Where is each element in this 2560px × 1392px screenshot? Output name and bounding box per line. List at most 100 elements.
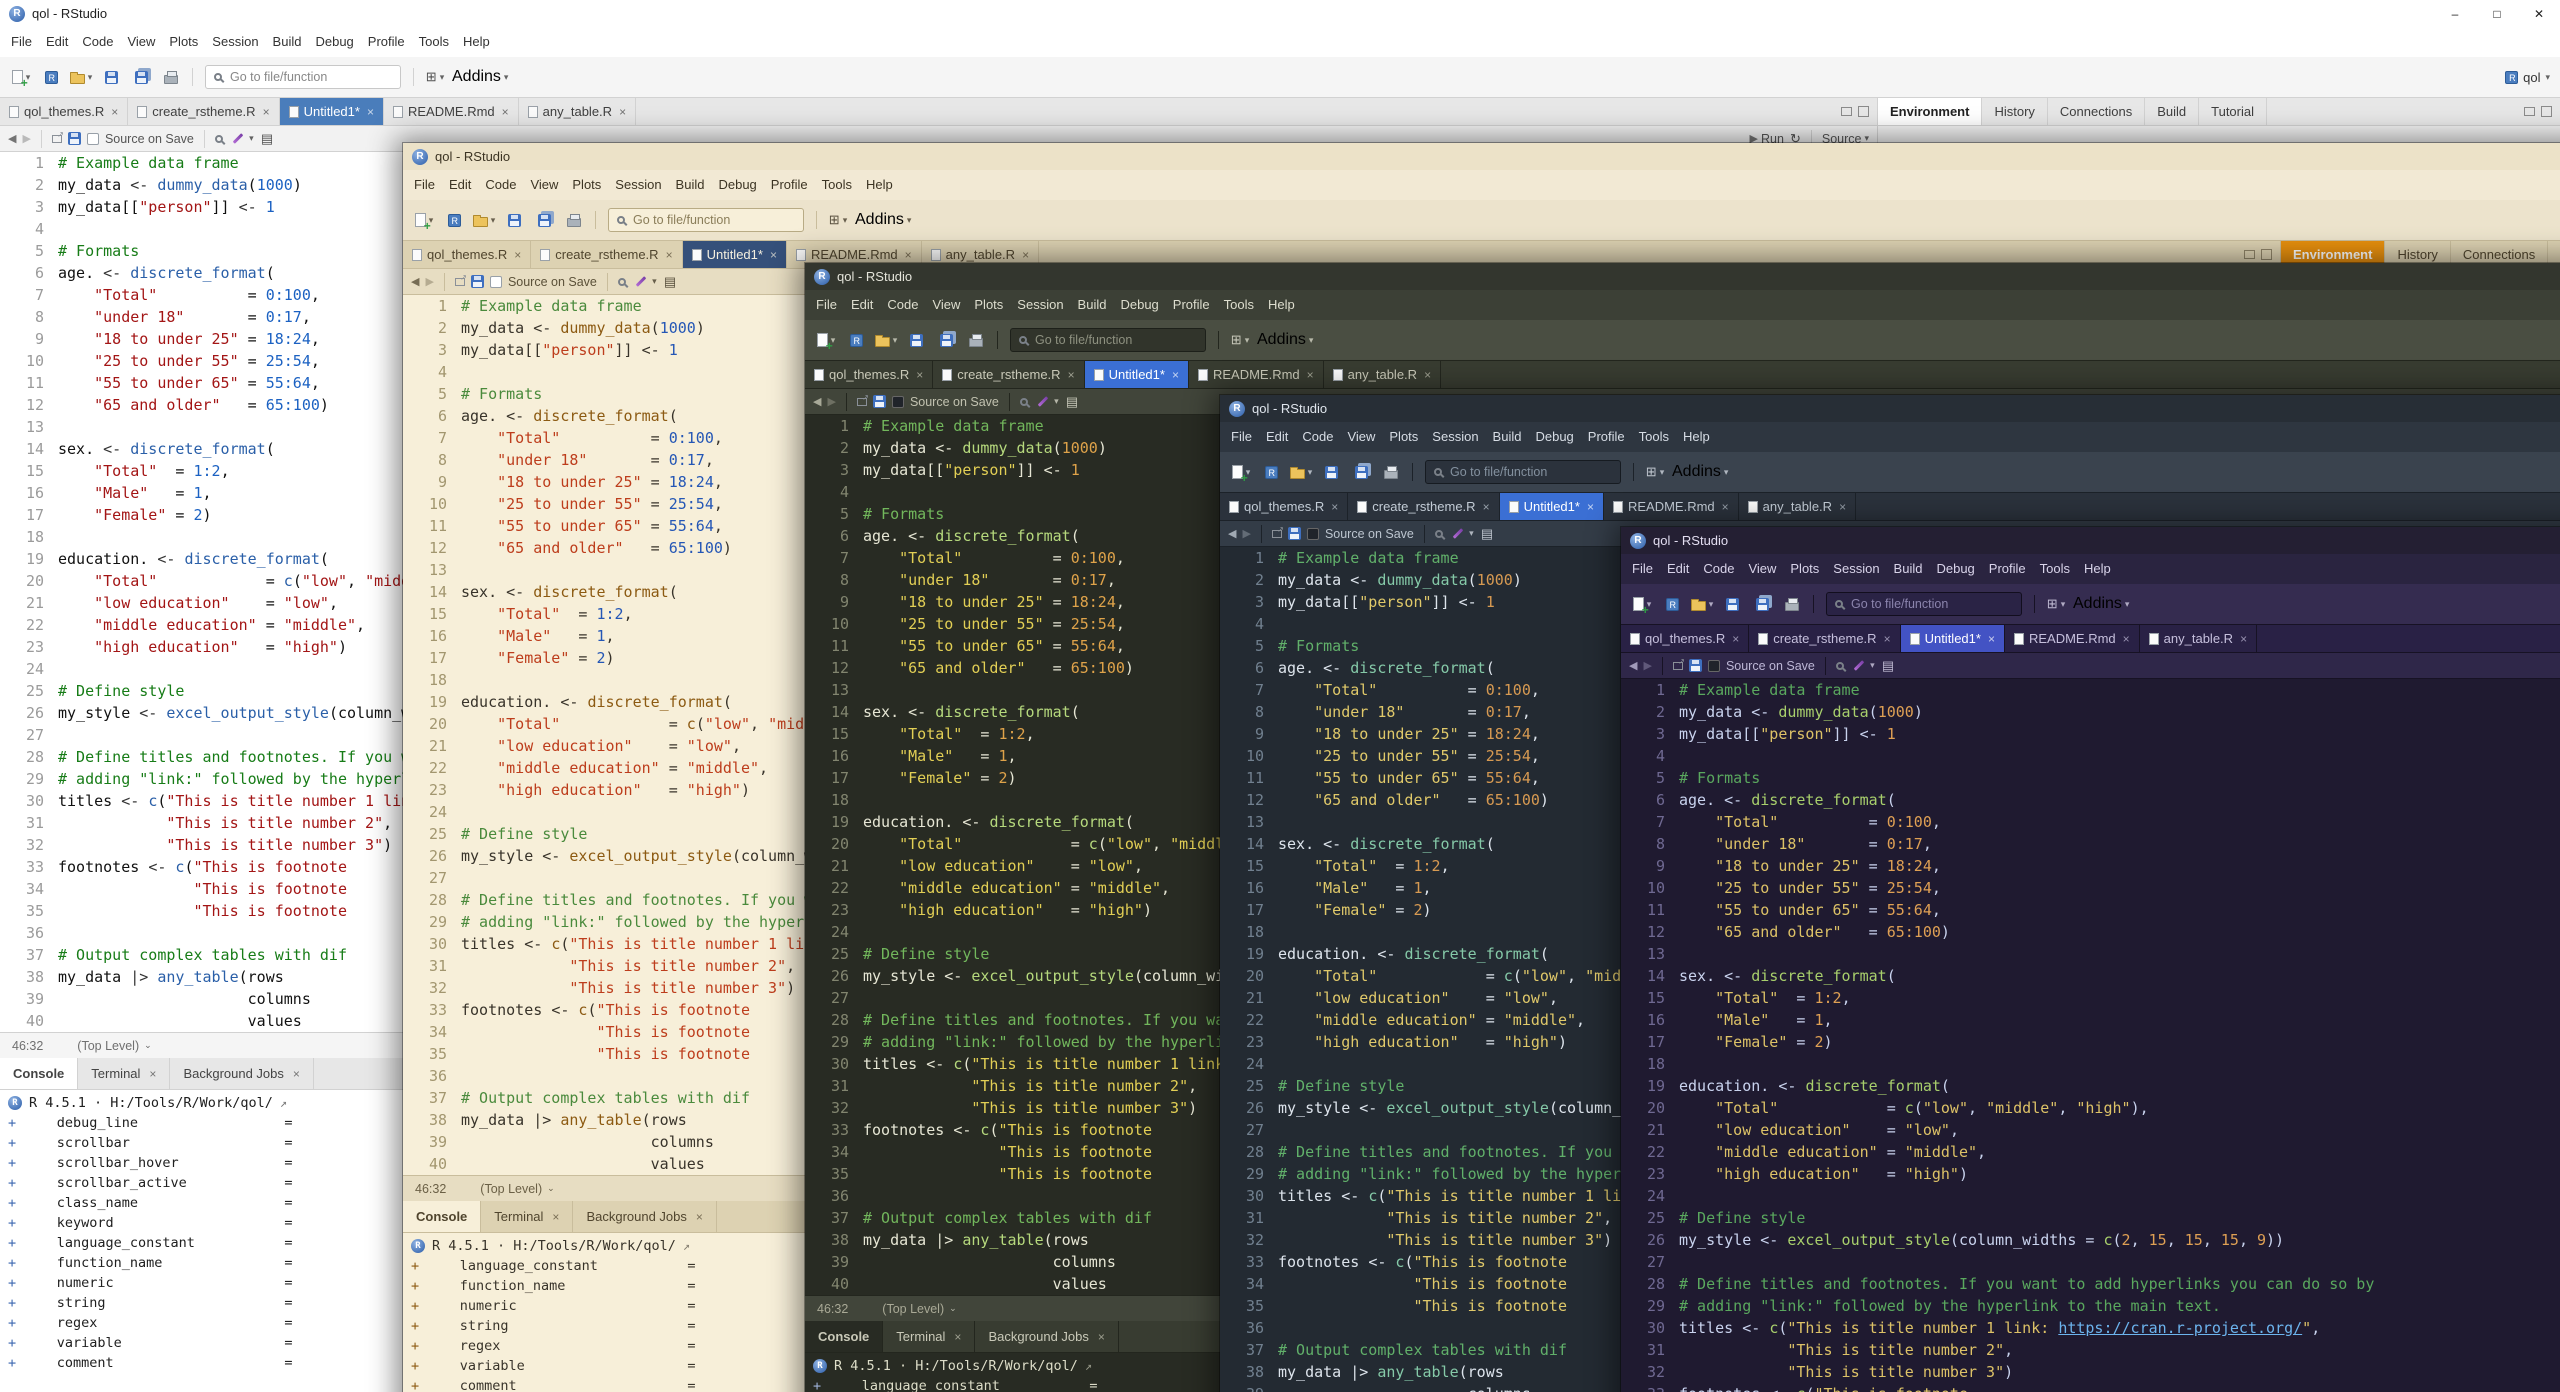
tab-close-icon[interactable]: × (954, 1330, 961, 1344)
code-tools-button[interactable]: ▾ (229, 125, 255, 153)
pane-layout-button[interactable]: ⊞▾ (1642, 458, 1668, 486)
editor-tab-any-table-r[interactable]: any_table.R× (519, 98, 636, 125)
editor-tab-untitled1-[interactable]: Untitled1*× (1901, 625, 2005, 652)
back-arrow-icon[interactable]: ◀ (1228, 527, 1236, 540)
open-file-button[interactable]: ▾ (68, 63, 94, 91)
editor-tab-untitled1-[interactable]: Untitled1*× (683, 241, 787, 268)
menu-item-code[interactable]: Code (1696, 554, 1741, 584)
new-file-button[interactable]: ▾ (1228, 458, 1254, 486)
menu-item-edit[interactable]: Edit (844, 290, 880, 320)
new-file-button[interactable]: ▾ (411, 206, 437, 234)
menu-item-tools[interactable]: Tools (412, 27, 456, 57)
console-tab-console[interactable]: Console (0, 1058, 78, 1089)
editor-tab-create-rstheme-r[interactable]: create_rstheme.R× (1749, 625, 1900, 652)
menu-item-tools[interactable]: Tools (2033, 554, 2077, 584)
new-file-button[interactable]: ▾ (1629, 590, 1655, 618)
addins-menu[interactable]: Addins▾ (2073, 590, 2129, 618)
new-project-button[interactable] (38, 63, 64, 91)
menu-item-profile[interactable]: Profile (361, 27, 412, 57)
menu-item-view[interactable]: View (523, 170, 565, 200)
code-tools-button[interactable]: ▾ (632, 268, 658, 296)
console-tab-console[interactable]: Console (403, 1201, 481, 1232)
document-outline-icon[interactable]: ▤ (1882, 658, 1894, 674)
console-tab-terminal[interactable]: Terminal× (883, 1321, 975, 1352)
new-project-button[interactable] (843, 326, 869, 354)
editor-tab-qol-themes-r[interactable]: qol_themes.R× (1220, 493, 1348, 520)
menu-item-help[interactable]: Help (1261, 290, 1302, 320)
menu-item-debug[interactable]: Debug (1528, 422, 1580, 452)
save-all-button[interactable] (128, 63, 154, 91)
tab-close-icon[interactable]: × (502, 105, 509, 119)
menu-item-file[interactable]: File (1625, 554, 1660, 584)
menu-item-session[interactable]: Session (1826, 554, 1886, 584)
tab-close-icon[interactable]: × (696, 1210, 703, 1224)
tab-close-icon[interactable]: × (149, 1067, 156, 1081)
menu-item-session[interactable]: Session (1010, 290, 1070, 320)
forward-arrow-icon[interactable]: ▶ (827, 395, 835, 408)
source-on-save-checkbox[interactable] (87, 133, 99, 145)
forward-arrow-icon[interactable]: ▶ (425, 275, 433, 288)
editor-tab-create-rstheme-r[interactable]: create_rstheme.R× (531, 241, 682, 268)
tab-close-icon[interactable]: × (111, 105, 118, 119)
scope-selector[interactable]: (Top Level)⌄ (480, 1182, 554, 1196)
editor-tab-any-table-r[interactable]: any_table.R× (1739, 493, 1856, 520)
open-file-button[interactable]: ▾ (471, 206, 497, 234)
new-file-button[interactable]: ▾ (813, 326, 839, 354)
addins-menu[interactable]: Addins▾ (855, 206, 911, 234)
document-outline-icon[interactable]: ▤ (664, 274, 676, 290)
menu-item-debug[interactable]: Debug (308, 27, 360, 57)
goto-file-input[interactable] (1448, 464, 1598, 480)
tab-close-icon[interactable]: × (1331, 500, 1338, 514)
editor-tab-readme-rmd[interactable]: README.Rmd× (1189, 361, 1324, 388)
project-selector[interactable]: qol▾ (2505, 70, 2550, 85)
save-icon[interactable] (1288, 527, 1301, 540)
find-icon[interactable] (1020, 398, 1028, 406)
menu-item-session[interactable]: Session (608, 170, 668, 200)
save-button[interactable] (1719, 590, 1745, 618)
back-arrow-icon[interactable]: ◀ (8, 132, 16, 145)
code-tools-button[interactable]: ▾ (1449, 520, 1475, 548)
tab-close-icon[interactable]: × (514, 248, 521, 262)
source-on-save-checkbox[interactable] (1708, 660, 1720, 672)
scope-selector[interactable]: (Top Level)⌄ (77, 1039, 151, 1053)
save-all-button[interactable] (531, 206, 557, 234)
save-all-button[interactable] (1749, 590, 1775, 618)
menu-item-code[interactable]: Code (478, 170, 523, 200)
new-project-button[interactable] (1659, 590, 1685, 618)
goto-file-input[interactable] (631, 212, 781, 228)
back-arrow-icon[interactable]: ◀ (813, 395, 821, 408)
save-icon[interactable] (873, 395, 886, 408)
menu-item-build[interactable]: Build (1071, 290, 1114, 320)
menu-item-debug[interactable]: Debug (711, 170, 763, 200)
save-icon[interactable] (471, 275, 484, 288)
document-outline-icon[interactable]: ▤ (261, 131, 273, 147)
tab-close-icon[interactable]: × (1732, 632, 1739, 646)
find-icon[interactable] (1836, 662, 1844, 670)
forward-arrow-icon[interactable]: ▶ (1242, 527, 1250, 540)
tab-close-icon[interactable]: × (905, 248, 912, 262)
tab-close-icon[interactable]: × (367, 105, 374, 119)
pane-maximize-button[interactable] (2541, 106, 2552, 117)
pane-layout-button[interactable]: ⊞▾ (825, 206, 851, 234)
popout-icon[interactable] (1673, 662, 1683, 670)
tab-close-icon[interactable]: × (1172, 368, 1179, 382)
console-tab-background-jobs[interactable]: Background Jobs× (170, 1058, 313, 1089)
editor-tab-qol-themes-r[interactable]: qol_themes.R× (0, 98, 128, 125)
pane-layout-button[interactable]: ⊞▾ (1227, 326, 1253, 354)
scope-selector[interactable]: (Top Level)⌄ (882, 1302, 956, 1316)
tab-close-icon[interactable]: × (2123, 632, 2130, 646)
menu-item-edit[interactable]: Edit (1660, 554, 1696, 584)
open-file-button[interactable]: ▾ (1288, 458, 1314, 486)
popout-icon[interactable] (52, 135, 62, 143)
menu-item-view[interactable]: View (1741, 554, 1783, 584)
save-button[interactable] (98, 63, 124, 91)
editor-tab-readme-rmd[interactable]: README.Rmd× (2005, 625, 2140, 652)
editor-tab-qol-themes-r[interactable]: qol_themes.R× (1621, 625, 1749, 652)
tab-close-icon[interactable]: × (770, 248, 777, 262)
popout-icon[interactable] (857, 398, 867, 406)
addins-menu[interactable]: Addins▾ (1672, 458, 1728, 486)
tab-close-icon[interactable]: × (1483, 500, 1490, 514)
print-button[interactable] (1779, 590, 1805, 618)
menu-item-plots[interactable]: Plots (967, 290, 1010, 320)
menu-item-file[interactable]: File (1224, 422, 1259, 452)
